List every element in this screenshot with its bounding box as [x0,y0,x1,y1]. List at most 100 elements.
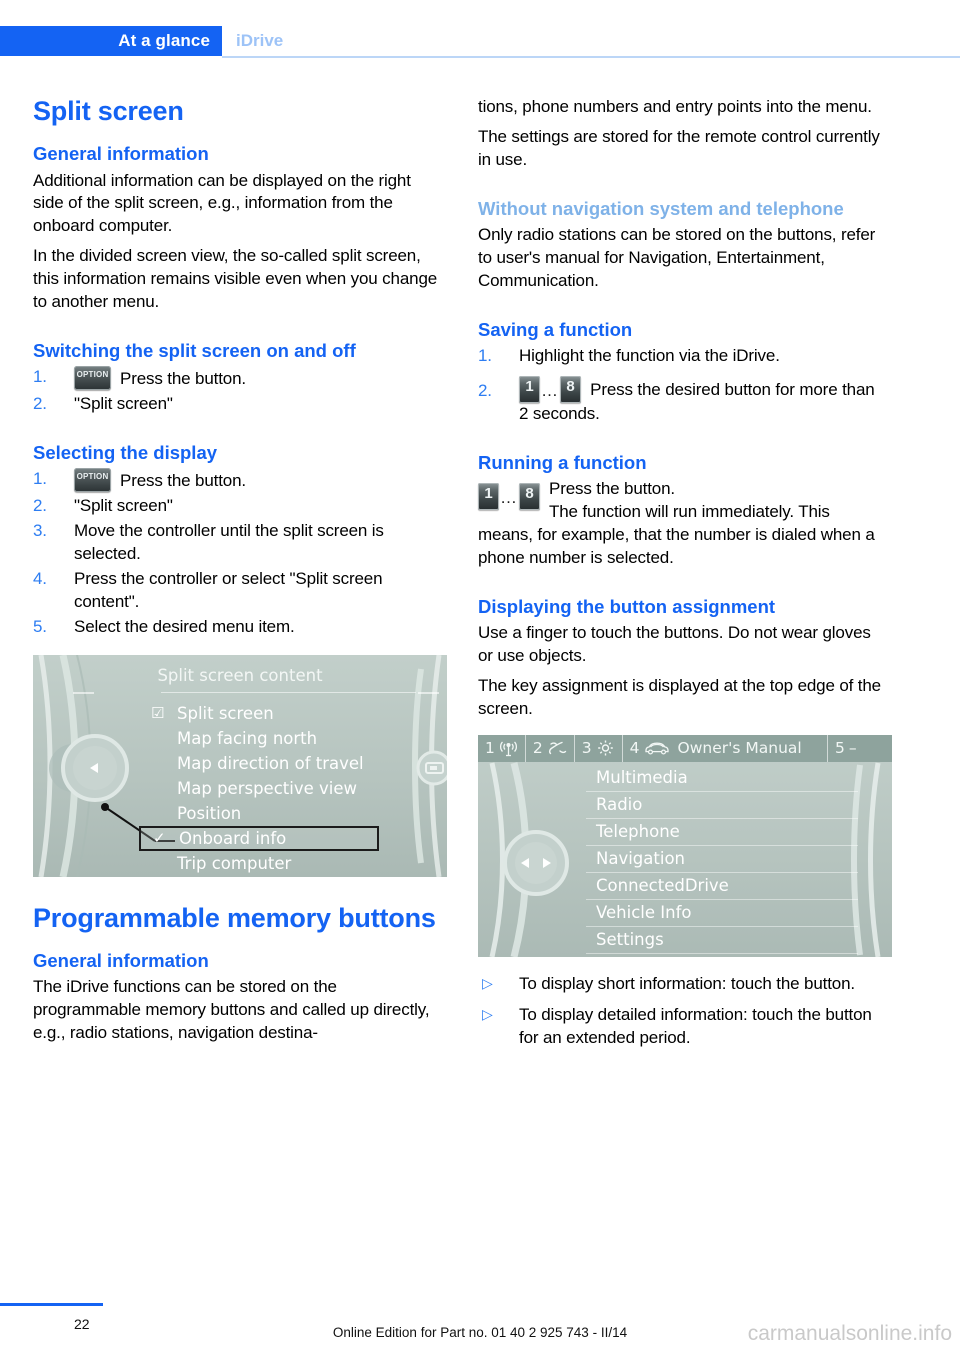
paragraph-displaying-2: The key assignment is displayed at the t… [478,675,881,718]
heading-displaying-button-assignment: Displaying the button assignment [478,595,776,617]
idrive-menu-item-onboard-info[interactable]: ✓ Onboard info [139,825,379,851]
step-text: Press the button. [120,369,246,389]
ellipsis-icon: … [541,380,559,400]
step-number: 2. [33,496,47,516]
idrive-title-divider [161,691,416,693]
watermark: carmanualsonline.info [747,1322,952,1345]
step-text: Press the controller or select "Split sc… [74,569,383,612]
topbar-number: 4 [629,739,640,758]
tab-at-a-glance[interactable]: At a glance [0,26,222,56]
idrive-menu-item-trip-computer[interactable]: Trip computer [151,851,379,876]
idrive-menu-list: ☑ Split screen Map facing north Map dire… [139,701,379,876]
idrive-menu-item-label: Map direction of travel [177,753,364,773]
car-icon [644,740,670,756]
memory-button-8-icon: 8 [560,375,581,403]
step-number: 1. [33,469,47,489]
triangle-bullet-icon: ▷ [482,1005,493,1022]
topbar-button-1[interactable]: 1 [478,734,526,762]
idrive-menu-item-map-perspective-view[interactable]: Map perspective view [151,776,379,801]
idrive-owners-manual-image: 1 2 3 4 Owner's Manual 5 – Multimedia Ra… [478,734,892,957]
bullet-item: ▷ To display short information: touch th… [478,973,888,996]
idrive-menu-item-map-facing-north[interactable]: Map facing north [151,726,379,751]
bullet-item: ▷ To display detailed information: touch… [478,1004,888,1050]
topbar-number: 5 [835,739,845,758]
triangle-bullet-icon: ▷ [482,974,493,991]
memory-button-range-icons: 1… 8 [478,483,540,511]
topbar-button-5[interactable]: 5 – [828,735,892,762]
step-item: 3. Move the controller until the split s… [33,520,443,566]
left-column: Split screen General information Additio… [33,96,447,1052]
check-icon: ✓ [153,828,166,847]
running-line-2: The function will run immediately. This … [478,502,875,567]
heading-memory-general-information: General information [33,950,209,972]
idrive-menu-item-split-screen[interactable]: ☑ Split screen [151,701,379,726]
idrive-dash-right [418,691,439,694]
topbar-button-2[interactable]: 2 [526,734,575,762]
heading-programmable-memory-buttons: Programmable memory buttons [33,902,436,933]
heading-selecting-display: Selecting the display [33,442,218,464]
step-item: 1. Highlight the function via the iDrive… [478,345,888,368]
header-divider [222,56,960,58]
idrive-row-vehicle-info[interactable]: Vehicle Info [586,900,858,927]
topbar-button-4-owners-manual[interactable]: 4 Owner's Manual [623,734,828,762]
idrive-title: Split screen content [157,665,323,685]
idrive-menu-item-label: Position [177,803,242,823]
idrive-row-telephone[interactable]: Telephone [586,819,858,846]
memory-button-1-icon: 1 [519,375,540,403]
step-text: "Split screen" [74,394,173,414]
idrive-row-settings[interactable]: Settings [586,927,858,954]
idrive-row-multimedia[interactable]: Multimedia [586,765,858,792]
page-header: At a glance iDrive [0,26,960,56]
dash-icon: – [848,739,857,758]
topbar-button-3[interactable]: 3 [575,734,623,762]
idrive-row-radio[interactable]: Radio [586,792,858,819]
step-number: 2. [478,380,492,400]
step-item: 5. Select the desired menu item. [33,616,443,639]
steps-saving: 1. Highlight the function via the iDrive… [478,345,888,426]
step-item: 2. "Split screen" [33,393,443,416]
heading-switching-split-screen: Switching the split screen on and off [33,340,356,362]
paragraph-general-2: In the divided screen view, the so-calle… [33,246,438,312]
phone-handset-icon [547,740,567,757]
step-item: 2. "Split screen" [33,495,443,518]
topbar-number: 2 [532,739,543,758]
bullets-touch-instructions: ▷ To display short information: touch th… [478,973,888,1050]
step-number: 1. [33,367,47,387]
step-text: Select the desired menu item. [74,617,295,636]
idrive-row-navigation[interactable]: Navigation [586,846,858,873]
steps-switching: 1. OPTION Press the button. 2. "Split scr… [33,366,443,416]
idrive-menu-list-2: Multimedia Radio Telephone Navigation Co… [586,765,858,954]
idrive-menu-item-position[interactable]: Position [151,801,379,826]
step-number: 1. [478,346,492,365]
step-number: 3. [33,521,47,541]
footer-rule [0,1303,103,1306]
topbar-number: 3 [581,739,592,758]
page-title: Split screen [33,96,184,126]
idrive-row-connecteddrive[interactable]: ConnectedDrive [586,873,858,900]
ellipsis-icon: … [500,488,518,508]
bullet-text: To display detailed information: touch t… [519,1004,872,1047]
step-item: 1. OPTION Press the button. [33,468,443,493]
step-text: Move the controller until the split scre… [74,521,384,564]
paragraph-continued-2: The settings are stored for the remote c… [478,126,880,169]
paragraph-memory-general: The iDrive functions can be stored on th… [33,977,430,1043]
step-number: 5. [33,617,47,636]
idrive-dash-left [73,691,94,694]
option-button-icon: OPTION [74,468,111,493]
radio-antenna-icon [499,740,518,757]
step-number: 2. [33,394,47,414]
checkbox-icon: ☑ [151,703,165,722]
paragraph-displaying-1: Use a finger to touch the buttons. Do no… [478,623,871,665]
step-item: 4. Press the controller or select "Split… [33,568,443,614]
right-column: tions, phone numbers and entry points in… [478,96,892,1058]
paragraph-continued-1: tions, phone numbers and entry points in… [478,97,872,116]
heading-running-a-function: Running a function [478,451,647,473]
idrive-menu-item-label: Onboard info [179,828,287,848]
bullet-text: To display short information: touch the … [519,973,855,993]
gear-icon [596,739,615,757]
tab-idrive[interactable]: iDrive [236,26,283,56]
idrive-menu-item-map-direction-of-travel[interactable]: Map direction of travel [151,751,379,776]
heading-without-navigation-system: Without navigation system and telephone [478,197,844,219]
idrive-menu-item-label: Split screen [177,703,274,723]
memory-button-8-icon: 8 [519,483,540,511]
